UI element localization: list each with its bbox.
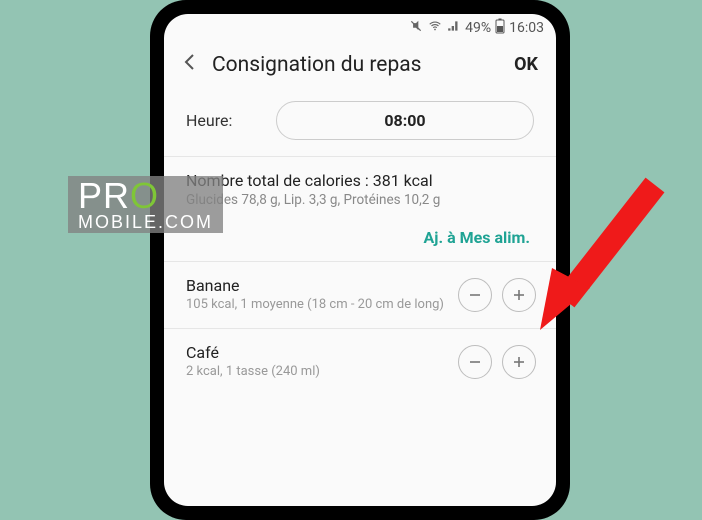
plus-button[interactable] [502,345,536,379]
app-bar: Consignation du repas OK [164,42,556,93]
watermark-line1b: O [130,175,159,216]
battery-percent: 49% [465,20,491,36]
time-picker[interactable]: 08:00 [276,101,534,140]
food-detail: 105 kcal, 1 moyenne (18 cm - 20 cm de lo… [186,297,448,314]
add-to-my-foods-link[interactable]: Aj. à Mes alim. [424,228,530,247]
time-label: Heure: [186,111,276,130]
food-name: Café [186,343,448,362]
wifi-icon [428,19,442,37]
watermark-line2: MOBILE.COM [78,214,213,230]
page-title: Consignation du repas [212,53,514,77]
watermark-line1a: PR [78,175,130,216]
signal-icon [447,19,461,37]
status-bar: 49% 16:03 [164,14,556,42]
total-calories: Nombre total de calories : 381 kcal [186,171,534,190]
time-row: Heure: 08:00 [164,93,556,156]
minus-button[interactable] [458,278,492,312]
food-detail: 2 kcal, 1 tasse (240 ml) [186,364,448,381]
ok-button[interactable]: OK [514,54,538,75]
phone-frame: 49% 16:03 Consignation du repas OK Heure… [150,0,570,520]
plus-button[interactable] [502,278,536,312]
mute-icon [409,19,423,37]
back-icon[interactable] [182,52,198,77]
food-item: Café 2 kcal, 1 tasse (240 ml) [164,329,556,395]
food-item: Banane 105 kcal, 1 moyenne (18 cm - 20 c… [164,262,556,328]
quantity-stepper [458,278,536,312]
screen: 49% 16:03 Consignation du repas OK Heure… [164,14,556,506]
battery-icon [495,18,505,38]
macros-line: Glucides 78,8 g, Lip. 3,3 g, Protéines 1… [186,192,534,208]
minus-button[interactable] [458,345,492,379]
quantity-stepper [458,345,536,379]
food-name: Banane [186,276,448,295]
watermark-overlay: PRO MOBILE.COM [68,176,223,233]
clock-time: 16:03 [509,20,544,36]
